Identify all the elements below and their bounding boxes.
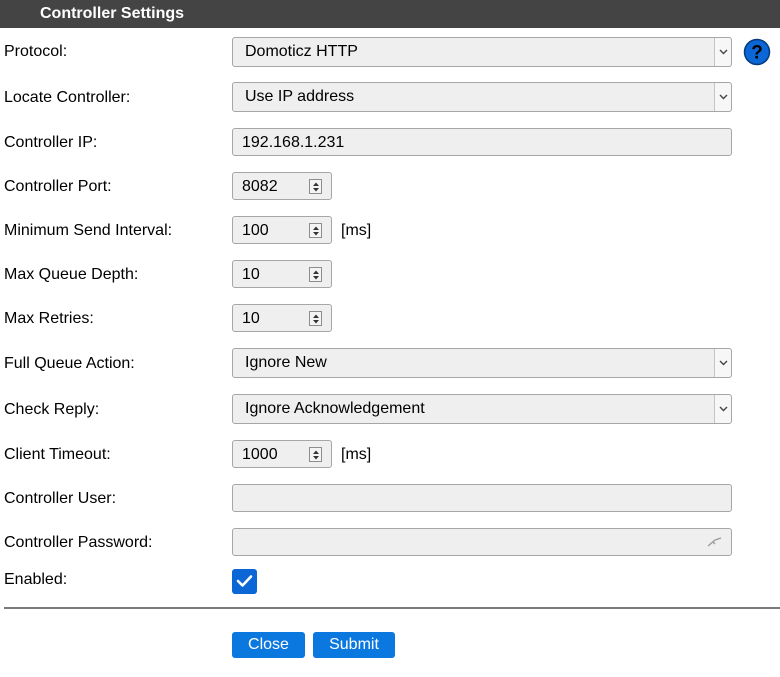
question-circle-icon[interactable]: ? xyxy=(743,38,771,66)
locate-value: Use IP address xyxy=(245,88,355,105)
check-reply-value: Ignore Acknowledgement xyxy=(245,400,425,417)
chevron-down-icon[interactable] xyxy=(714,349,731,377)
min-interval-unit: [ms] xyxy=(341,222,372,239)
locate-label: Locate Controller: xyxy=(4,89,131,106)
check-reply-label: Check Reply: xyxy=(4,401,100,418)
port-label: Controller Port: xyxy=(4,178,112,195)
submit-button[interactable]: Submit xyxy=(313,632,395,658)
timeout-stepper[interactable]: 1000 xyxy=(232,440,332,468)
queue-depth-label: Max Queue Depth: xyxy=(4,266,139,283)
key-icon[interactable] xyxy=(707,535,723,554)
user-label: Controller User: xyxy=(4,490,117,507)
port-value: 8082 xyxy=(242,178,278,195)
panel-title: Controller Settings xyxy=(40,5,185,22)
timeout-value: 1000 xyxy=(242,446,278,463)
user-input[interactable] xyxy=(232,484,732,512)
full-queue-label: Full Queue Action: xyxy=(4,355,135,372)
retries-label: Max Retries: xyxy=(4,310,94,327)
queue-depth-stepper[interactable]: 10 xyxy=(232,260,332,288)
password-input[interactable] xyxy=(232,528,732,556)
locate-select[interactable]: Use IP address xyxy=(232,82,732,112)
ip-value: 192.168.1.231 xyxy=(242,134,345,151)
retries-value: 10 xyxy=(242,310,260,327)
port-stepper[interactable]: 8082 xyxy=(232,172,332,200)
panel-header: Controller Settings xyxy=(0,0,780,28)
chevron-down-icon[interactable] xyxy=(714,395,731,423)
divider xyxy=(4,607,780,609)
ip-label: Controller IP: xyxy=(4,134,98,151)
spinner-icon[interactable] xyxy=(309,223,322,238)
queue-depth-value: 10 xyxy=(242,266,260,283)
password-label: Controller Password: xyxy=(4,534,153,551)
chevron-down-icon[interactable] xyxy=(714,38,731,66)
check-reply-select[interactable]: Ignore Acknowledgement xyxy=(232,394,732,424)
check-icon xyxy=(236,575,253,587)
spinner-icon[interactable] xyxy=(309,179,322,194)
full-queue-value: Ignore New xyxy=(245,354,327,371)
enabled-label: Enabled: xyxy=(4,571,68,588)
svg-text:?: ? xyxy=(751,43,763,64)
timeout-unit: [ms] xyxy=(341,446,372,463)
enabled-checkbox[interactable] xyxy=(232,569,257,594)
protocol-label: Protocol: xyxy=(4,43,68,60)
spinner-icon[interactable] xyxy=(309,311,322,326)
chevron-down-icon[interactable] xyxy=(714,83,731,111)
retries-stepper[interactable]: 10 xyxy=(232,304,332,332)
close-button[interactable]: Close xyxy=(232,632,305,658)
protocol-value: Domoticz HTTP xyxy=(245,43,358,60)
protocol-select[interactable]: Domoticz HTTP xyxy=(232,37,732,67)
spinner-icon[interactable] xyxy=(309,267,322,282)
min-interval-label: Minimum Send Interval: xyxy=(4,222,173,239)
min-interval-value: 100 xyxy=(242,222,269,239)
ip-input[interactable]: 192.168.1.231 xyxy=(232,128,732,156)
min-interval-stepper[interactable]: 100 xyxy=(232,216,332,244)
spinner-icon[interactable] xyxy=(309,447,322,462)
timeout-label: Client Timeout: xyxy=(4,446,111,463)
full-queue-select[interactable]: Ignore New xyxy=(232,348,732,378)
